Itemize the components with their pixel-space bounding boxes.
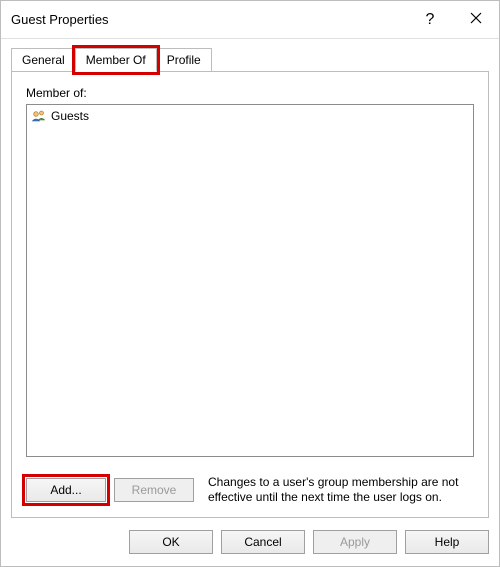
titlebar: Guest Properties ? (1, 1, 499, 39)
close-title-button[interactable] (453, 1, 499, 39)
content-area: General Member Of Profile Member of: (1, 39, 499, 518)
window-title: Guest Properties (11, 12, 407, 27)
member-of-label: Member of: (26, 86, 474, 100)
tab-member-of[interactable]: Member Of (75, 48, 157, 72)
remove-button[interactable]: Remove (114, 478, 194, 502)
list-actions-row: Add... Remove Changes to a user's group … (26, 475, 474, 505)
tab-panel-member-of: Member of: Guests Add. (11, 71, 489, 518)
button-label: Help (435, 535, 460, 549)
add-button[interactable]: Add... (26, 478, 106, 502)
tab-profile[interactable]: Profile (156, 48, 212, 72)
tab-general[interactable]: General (11, 48, 76, 72)
button-label: Apply (340, 535, 370, 549)
help-title-button[interactable]: ? (407, 1, 453, 39)
list-item[interactable]: Guests (29, 107, 471, 125)
tab-label: General (22, 53, 65, 67)
button-label: OK (162, 535, 179, 549)
apply-button[interactable]: Apply (313, 530, 397, 554)
tab-label: Profile (167, 53, 201, 67)
cancel-button[interactable]: Cancel (221, 530, 305, 554)
tab-label: Member Of (86, 53, 146, 67)
ok-button[interactable]: OK (129, 530, 213, 554)
group-icon (31, 108, 47, 124)
help-button[interactable]: Help (405, 530, 489, 554)
tabstrip: General Member Of Profile (11, 45, 489, 71)
dialog-button-row: OK Cancel Apply Help (1, 518, 499, 566)
button-label: Cancel (244, 535, 281, 549)
button-label: Remove (132, 483, 177, 497)
dialog-window: Guest Properties ? General Member Of Pro… (0, 0, 500, 567)
close-icon (470, 11, 482, 28)
button-label: Add... (50, 483, 81, 497)
membership-note: Changes to a user's group membership are… (208, 475, 474, 505)
help-icon: ? (426, 11, 435, 29)
list-item-label: Guests (51, 109, 89, 123)
member-of-listbox[interactable]: Guests (26, 104, 474, 457)
